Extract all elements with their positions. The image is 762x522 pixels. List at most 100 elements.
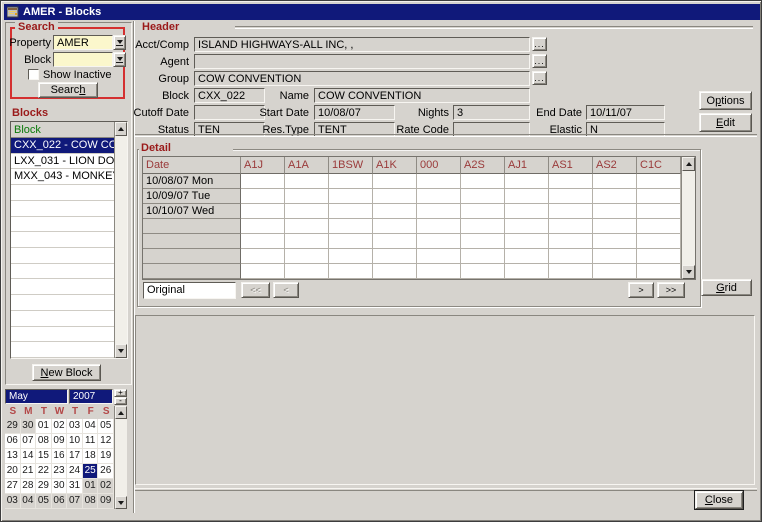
scroll-up-button[interactable] [682, 157, 695, 171]
grid-cell[interactable] [373, 264, 417, 279]
calendar-day[interactable]: 25 [83, 464, 99, 479]
grid-cell[interactable] [417, 189, 461, 204]
grid-cell[interactable] [285, 249, 329, 264]
calendar-day[interactable]: 07 [67, 494, 83, 509]
grid-cell[interactable] [241, 249, 285, 264]
grid-cell[interactable] [461, 264, 505, 279]
grid-button[interactable]: Grid [701, 279, 752, 296]
scroll-down-button[interactable] [115, 344, 127, 358]
scroll-up-button[interactable] [115, 406, 127, 419]
grid-cell[interactable] [593, 204, 637, 219]
grid-cell[interactable] [549, 234, 593, 249]
grid-cell[interactable] [417, 174, 461, 189]
grid-cell[interactable] [373, 174, 417, 189]
grid-cell[interactable] [417, 204, 461, 219]
calendar-day[interactable]: 30 [52, 479, 68, 494]
grid-cell[interactable] [593, 234, 637, 249]
edit-button[interactable]: Edit [699, 113, 752, 132]
calendar-day[interactable]: 09 [52, 434, 68, 449]
grid-cell[interactable] [461, 174, 505, 189]
grid-cell[interactable] [505, 264, 549, 279]
grid-cell[interactable] [637, 189, 681, 204]
grid-cell[interactable] [241, 174, 285, 189]
grid-cell[interactable] [241, 234, 285, 249]
year-spinner-down-button[interactable]: - [114, 397, 127, 405]
block-list-item[interactable]: LXX_031 - LION DO [11, 154, 114, 170]
grid-cell[interactable] [637, 234, 681, 249]
grid-cell[interactable] [461, 249, 505, 264]
calendar-year-field[interactable]: 2007 [69, 389, 113, 404]
block-list-item[interactable] [11, 248, 114, 264]
calendar-day[interactable]: 20 [5, 464, 21, 479]
grid-cell[interactable] [373, 249, 417, 264]
calendar-day[interactable]: 27 [5, 479, 21, 494]
grid-cell[interactable] [593, 174, 637, 189]
start-date-field[interactable]: 10/08/07 [314, 105, 395, 120]
calendar-day[interactable]: 03 [67, 419, 83, 434]
grid-cell[interactable] [285, 174, 329, 189]
grid-cell[interactable] [505, 219, 549, 234]
calendar-month-select[interactable]: May [5, 389, 68, 404]
grid-cell[interactable] [637, 204, 681, 219]
calendar-day[interactable]: 01 [36, 419, 52, 434]
new-block-button[interactable]: New Block [32, 364, 101, 381]
block-list-item[interactable] [11, 279, 114, 295]
property-input[interactable]: AMER [53, 35, 113, 50]
calendar-day[interactable]: 14 [21, 449, 37, 464]
calendar-day[interactable]: 18 [83, 449, 99, 464]
grid-cell[interactable] [461, 189, 505, 204]
grid-cell[interactable] [637, 264, 681, 279]
grid-cell[interactable] [549, 219, 593, 234]
grid-cell[interactable] [285, 219, 329, 234]
scroll-down-button[interactable] [682, 265, 695, 279]
calendar-day[interactable]: 28 [21, 479, 37, 494]
name-field[interactable]: COW CONVENTION [314, 88, 530, 103]
nav-prev-button[interactable]: < [273, 282, 299, 298]
acct-comp-ellipsis-button[interactable]: ... [532, 37, 547, 51]
block-list-item[interactable] [11, 295, 114, 311]
agent-ellipsis-button[interactable]: ... [532, 54, 547, 68]
grid-cell[interactable] [329, 234, 373, 249]
acct-comp-field[interactable]: ISLAND HIGHWAYS-ALL INC, , [194, 37, 530, 52]
end-date-field[interactable]: 10/11/07 [586, 105, 665, 120]
grid-cell[interactable] [505, 204, 549, 219]
calendar-day[interactable]: 24 [67, 464, 83, 479]
nights-field[interactable]: 3 [453, 105, 530, 120]
calendar-day[interactable]: 01 [83, 479, 99, 494]
grid-cell[interactable] [505, 174, 549, 189]
calendar-scrollbar[interactable] [114, 406, 127, 509]
grid-cell[interactable] [241, 219, 285, 234]
property-lov-button[interactable] [113, 35, 126, 50]
block-lov-button[interactable] [113, 52, 126, 67]
close-button[interactable]: Close [695, 491, 743, 509]
scroll-up-button[interactable] [115, 122, 127, 136]
grid-cell[interactable] [637, 219, 681, 234]
nav-last-button[interactable]: >> [657, 282, 685, 298]
calendar-day[interactable]: 13 [5, 449, 21, 464]
grid-cell[interactable] [417, 249, 461, 264]
calendar-day[interactable]: 15 [36, 449, 52, 464]
grid-cell[interactable] [329, 264, 373, 279]
block-list-item[interactable] [11, 327, 114, 343]
blocks-list-scrollbar[interactable] [114, 122, 127, 358]
calendar-day[interactable]: 22 [36, 464, 52, 479]
grid-cell[interactable] [593, 219, 637, 234]
grid-cell[interactable] [285, 204, 329, 219]
calendar-day[interactable]: 02 [52, 419, 68, 434]
calendar-day[interactable]: 17 [67, 449, 83, 464]
calendar-day[interactable]: 12 [98, 434, 114, 449]
block-list-item[interactable] [11, 342, 114, 358]
grid-cell[interactable] [593, 189, 637, 204]
calendar-day[interactable]: 19 [98, 449, 114, 464]
grid-cell[interactable] [285, 189, 329, 204]
group-ellipsis-button[interactable]: ... [532, 71, 547, 85]
agent-field[interactable] [194, 54, 530, 69]
calendar-day[interactable]: 07 [21, 434, 37, 449]
titlebar[interactable]: AMER - Blocks [4, 4, 760, 20]
calendar-day[interactable]: 21 [21, 464, 37, 479]
grid-cell[interactable] [549, 204, 593, 219]
calendar-day[interactable]: 29 [36, 479, 52, 494]
calendar-day[interactable]: 10 [67, 434, 83, 449]
calendar-day[interactable]: 03 [5, 494, 21, 509]
grid-cell[interactable] [285, 264, 329, 279]
